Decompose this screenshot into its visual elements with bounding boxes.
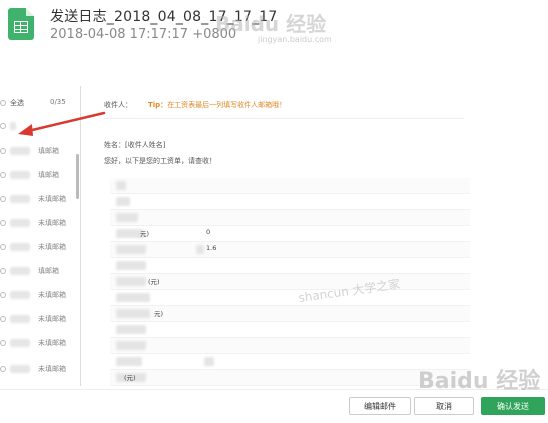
- edit-email-button[interactable]: 编辑邮件: [349, 397, 411, 415]
- confirm-send-button[interactable]: 确认发送: [481, 397, 545, 415]
- annotation-arrow: [18, 111, 106, 136]
- cancel-button[interactable]: 取消: [414, 397, 474, 415]
- watermark-bottom: Baidu 经验: [418, 369, 541, 394]
